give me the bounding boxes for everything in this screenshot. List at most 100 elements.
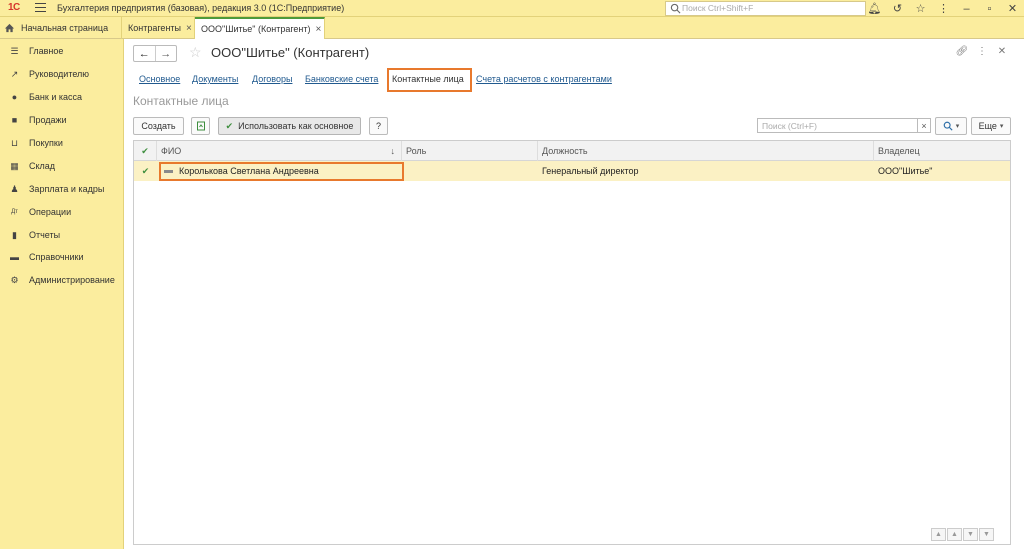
search-icon	[943, 121, 953, 131]
grid-pager: ▲ ▲ ▼ ▼	[930, 528, 994, 541]
cart-icon: ⊔	[10, 137, 19, 148]
search-icon	[670, 3, 681, 14]
more-vertical-icon[interactable]: ⋮	[972, 46, 992, 57]
sidebar-item-main[interactable]: ☰ Главное	[0, 41, 124, 61]
cell-role[interactable]	[402, 161, 538, 181]
tab-kontragenty-label: Контрагенты	[128, 23, 182, 33]
more-vertical-icon[interactable]: ⋮	[932, 1, 955, 16]
tab-kontragenty[interactable]: Контрагенты ×	[122, 17, 195, 39]
list-search-placeholder: Поиск (Ctrl+F)	[762, 121, 817, 131]
sidebar-item-zarplata[interactable]: ♟ Зарплата и кадры	[0, 179, 124, 199]
forward-arrow-icon[interactable]: →	[156, 46, 177, 61]
close-form-icon[interactable]: ✕	[992, 46, 1012, 57]
global-search-placeholder: Поиск Ctrl+Shift+F	[682, 3, 754, 13]
clear-search-icon[interactable]: ×	[918, 118, 931, 133]
scroll-down-icon[interactable]: ▼	[963, 528, 978, 541]
restore-icon[interactable]: ▫	[978, 1, 1001, 16]
sidebar-item-label: Склад	[29, 161, 56, 171]
refresh-icon	[196, 121, 205, 131]
app-logo: 1С	[8, 2, 20, 13]
search-button[interactable]: ▾	[935, 117, 967, 135]
create-button[interactable]: Создать	[133, 117, 184, 135]
link-dokumenty[interactable]: Документы	[192, 74, 238, 84]
column-header-role[interactable]: Роль	[402, 141, 538, 161]
sidebar-item-label: Зарплата и кадры	[29, 184, 105, 194]
global-search-input[interactable]: Поиск Ctrl+Shift+F	[665, 1, 866, 16]
top-bar: 1С Бухгалтерия предприятия (базовая), ре…	[0, 0, 1024, 17]
sidebar-item-label: Продажи	[29, 115, 67, 125]
sidebar-item-spravochniki[interactable]: ▬ Справочники	[0, 247, 124, 267]
link-icon[interactable]: 🔗︎	[952, 46, 972, 57]
column-header-label: ФИО	[161, 146, 182, 156]
use-as-main-button[interactable]: ✔ Использовать как основное	[218, 117, 361, 135]
sidebar-item-prodazhi[interactable]: ■ Продажи	[0, 110, 124, 130]
column-header-label: Должность	[542, 146, 588, 156]
column-header-fio[interactable]: ФИО ↓	[157, 141, 402, 161]
help-button[interactable]: ?	[369, 117, 388, 135]
app-title: Бухгалтерия предприятия (базовая), редак…	[57, 3, 345, 13]
favorite-star-icon[interactable]: ☆	[189, 44, 202, 61]
coin-icon: ●	[11, 92, 18, 102]
column-header-label: Владелец	[878, 146, 920, 156]
scroll-first-icon[interactable]: ▲	[931, 528, 946, 541]
contacts-table: ✔ ФИО ↓ Роль Должность Владелец ✔ Король…	[133, 140, 1011, 545]
sidebar-item-pokupki[interactable]: ⊔ Покупки	[0, 133, 124, 153]
link-osnovnoe[interactable]: Основное	[139, 74, 180, 84]
tab-close-icon[interactable]: ×	[316, 24, 322, 35]
check-icon: ✔	[141, 165, 150, 176]
link-settlement-accounts[interactable]: Счета расчетов с контрагентами	[476, 74, 612, 84]
sidebar-item-label: Руководителю	[29, 69, 90, 79]
back-arrow-icon[interactable]: ←	[134, 46, 156, 61]
scroll-last-icon[interactable]: ▼	[979, 528, 994, 541]
history-icon[interactable]: ↺	[886, 1, 909, 16]
column-header-position[interactable]: Должность	[538, 141, 874, 161]
dropdown-arrow-icon: ▾	[955, 123, 960, 130]
check-icon: ✔	[225, 120, 234, 131]
more-button[interactable]: Еще ▾	[971, 117, 1011, 135]
tab-active-kontragent[interactable]: ООО"Шитье" (Контрагент) ×	[195, 17, 325, 39]
table-header: ✔ ФИО ↓ Роль Должность Владелец	[134, 141, 1010, 161]
column-header-owner[interactable]: Владелец	[874, 141, 1010, 161]
sidebar-item-operacii[interactable]: Дт Операции	[0, 202, 124, 222]
highlight-frame	[159, 162, 404, 181]
sidebar-item-label: Администрирование	[29, 275, 115, 285]
tab-home[interactable]: Начальная страница	[0, 17, 122, 39]
sidebar-item-bank[interactable]: ● Банк и касса	[0, 87, 124, 107]
highlight-frame	[387, 68, 472, 92]
main-marker-cell: ✔	[134, 161, 157, 181]
sidebar: ☰ Главное ↗ Руководителю ● Банк и касса …	[0, 39, 124, 549]
main-panel: ← → ☆ ООО"Шитье" (Контрагент) 🔗︎ ⋮ ✕ Осн…	[125, 39, 1024, 549]
link-dogovory[interactable]: Договоры	[252, 74, 292, 84]
favorites-star-icon[interactable]: ☆	[909, 1, 932, 16]
cell-owner[interactable]: ООО"Шитье"	[874, 161, 1010, 181]
menu-icon: ☰	[10, 45, 19, 56]
dt-kt-icon: Дт	[11, 209, 18, 215]
more-label: Еще	[978, 121, 997, 131]
bell-icon[interactable]: 🔔︎	[863, 1, 886, 16]
sidebar-item-label: Покупки	[29, 138, 63, 148]
section-title: Контактные лица	[133, 94, 229, 108]
bag-icon: ■	[11, 115, 18, 125]
sidebar-item-label: Справочники	[29, 252, 84, 262]
cell-position[interactable]: Генеральный директор	[538, 161, 874, 181]
gear-icon: ⚙	[10, 274, 19, 285]
tab-close-icon[interactable]: ×	[186, 23, 192, 34]
link-bank-accounts[interactable]: Банковские счета	[305, 74, 378, 84]
sidebar-item-otchety[interactable]: ▮ Отчеты	[0, 225, 124, 245]
minimize-icon[interactable]: –	[955, 1, 978, 16]
refresh-button[interactable]	[191, 117, 210, 135]
sidebar-item-label: Банк и касса	[29, 92, 82, 102]
report-icon: ▮	[12, 229, 17, 240]
main-marker-header: ✔	[134, 141, 157, 161]
scroll-up-icon[interactable]: ▲	[947, 528, 962, 541]
nav-buttons: ← →	[133, 45, 177, 62]
tab-home-label: Начальная страница	[21, 23, 109, 33]
sidebar-item-administrirovanie[interactable]: ⚙ Администрирование	[0, 270, 124, 290]
sidebar-item-sklad[interactable]: ▦ Склад	[0, 156, 124, 176]
main-menu-icon[interactable]	[35, 3, 46, 13]
home-icon	[4, 23, 15, 33]
tab-bar: Начальная страница Контрагенты × ООО"Шит…	[0, 17, 1024, 39]
close-icon[interactable]: ✕	[1001, 1, 1024, 16]
list-search-input[interactable]: Поиск (Ctrl+F)	[757, 118, 918, 133]
sidebar-item-rukovoditelyu[interactable]: ↗ Руководителю	[0, 64, 124, 84]
